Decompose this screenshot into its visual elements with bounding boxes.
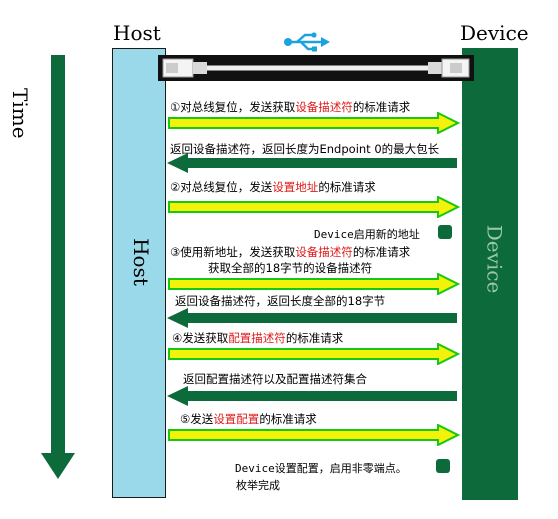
device-header: Device xyxy=(460,21,529,45)
arrow-host-to-device-7 xyxy=(168,343,460,365)
arrow-host-to-device-3 xyxy=(168,196,460,218)
usb-icon xyxy=(284,32,330,52)
message-5-label: ③使用新地址，发送获取设备描述符的标准请求 xyxy=(170,245,411,259)
arrow-device-to-host-8 xyxy=(167,386,457,406)
host-column-label: Host xyxy=(128,238,153,286)
message-3-label: ②对总线复位，发送设置地址的标准请求 xyxy=(170,180,376,194)
device-column-label: Device xyxy=(482,224,507,294)
message-8-label: 返回配置描述符以及配置描述符集合 xyxy=(183,372,367,386)
time-label: Time xyxy=(8,88,32,139)
arrow-device-to-host-2 xyxy=(167,153,457,173)
arrow-host-to-device-1 xyxy=(168,112,460,134)
usb-cable xyxy=(158,55,474,81)
message-6-label: 返回设备描述符，返回长度全部的18字节 xyxy=(175,294,386,308)
arrow-host-to-device-9 xyxy=(168,424,460,446)
device-note-new-address: Device启用新的地址 xyxy=(314,228,420,241)
arrow-device-to-host-6 xyxy=(167,308,457,328)
host-header: Host xyxy=(113,21,161,45)
device-note-marker xyxy=(438,225,452,239)
arrow-host-to-device-5 xyxy=(168,273,460,295)
device-note-marker-2 xyxy=(436,459,450,473)
enumeration-complete-label: 枚举完成 xyxy=(236,479,280,492)
device-note-configured: Device设置配置，启用非零端点。 xyxy=(235,462,407,475)
time-arrow xyxy=(41,55,75,479)
